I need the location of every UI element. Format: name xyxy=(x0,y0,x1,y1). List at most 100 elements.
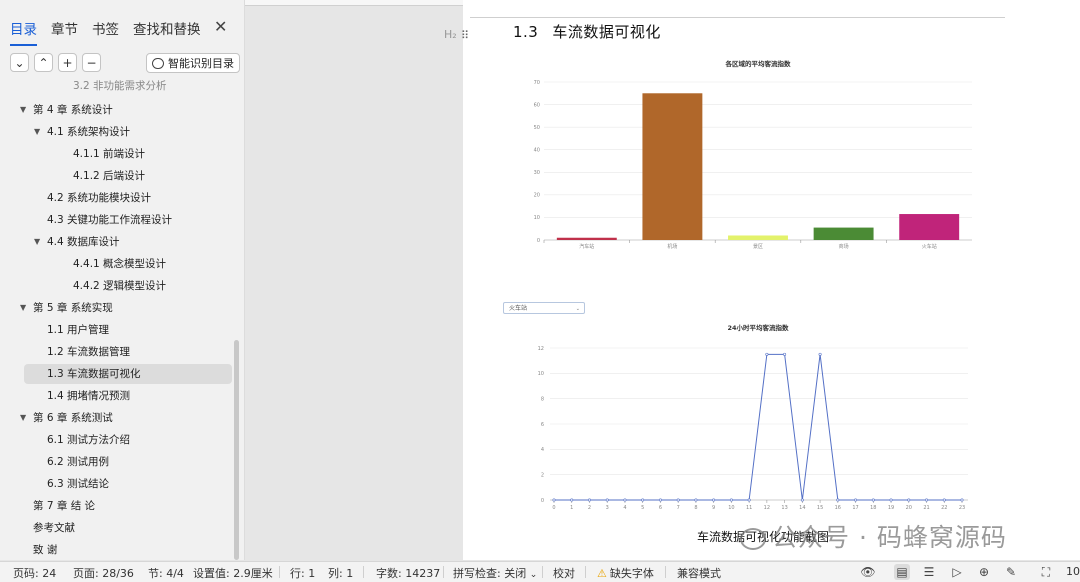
toc-item[interactable]: 4.3 关键功能工作流程设计 xyxy=(34,210,172,230)
y-tick-label: 70 xyxy=(534,80,540,86)
x-tick-label: 13 xyxy=(781,505,787,511)
remove-icon[interactable]: − xyxy=(82,53,101,72)
x-tick-label: 20 xyxy=(906,505,912,511)
toc-item[interactable]: ▼ 第 5 章 系统实现 xyxy=(20,298,113,318)
spell-check-label: 拼写检查: 关闭 xyxy=(453,567,527,580)
toc-scrollbar[interactable] xyxy=(234,340,239,560)
toc-item-label: 6.3 测试结论 xyxy=(47,478,110,490)
outline-view-icon[interactable]: ☰ xyxy=(921,564,937,580)
status-row[interactable]: 行: 1 xyxy=(290,565,315,581)
x-tick-label: 14 xyxy=(799,505,805,511)
y-tick-label: 20 xyxy=(534,193,540,199)
status-proofread[interactable]: 校对 xyxy=(553,565,575,581)
y-tick-label: 60 xyxy=(534,102,540,108)
toc-item-label: 4.3 关键功能工作流程设计 xyxy=(47,214,173,226)
toc-item[interactable]: 6.3 测试结论 xyxy=(34,474,109,494)
toc-item[interactable]: 参考文献 xyxy=(20,518,75,538)
x-tick-label: 7 xyxy=(677,505,680,511)
eye-icon[interactable]: 👁 xyxy=(860,564,876,580)
status-page-code[interactable]: 页码: 24 xyxy=(13,565,56,581)
caret-down-icon[interactable]: ▼ xyxy=(20,298,29,318)
y-tick-label: 30 xyxy=(534,170,540,176)
toc-item-label: 1.2 车流数据管理 xyxy=(47,346,131,358)
status-setting[interactable]: 设置值: 2.9厘米 xyxy=(193,565,273,581)
drag-handle-icon[interactable]: ⠿ xyxy=(461,29,469,42)
toc-item-label: 1.1 用户管理 xyxy=(47,324,110,336)
data-point xyxy=(960,498,964,502)
toc-item[interactable]: 4.4.2 逻辑模型设计 xyxy=(60,276,166,296)
warning-icon: ⚠ xyxy=(597,567,607,580)
status-compat-mode[interactable]: 兼容模式 xyxy=(677,565,721,581)
toc-item[interactable]: 4.4.1 概念模型设计 xyxy=(60,254,166,274)
watermark-text: 公众号 · 码蜂窝源码 xyxy=(772,523,1007,552)
status-section[interactable]: 节: 4/4 xyxy=(148,565,184,581)
data-point xyxy=(854,498,858,502)
station-select[interactable]: 火车站 ⌄ xyxy=(503,302,585,314)
collapse-icon[interactable]: ⌃ xyxy=(34,53,53,72)
caret-down-icon[interactable]: ▼ xyxy=(20,100,29,120)
x-tick-label: 11 xyxy=(746,505,752,511)
x-tick-label: 机场 xyxy=(667,243,677,250)
nav-tab-bar: 目录 章节 书签 查找和替换 xyxy=(10,18,201,46)
tab-toc[interactable]: 目录 xyxy=(10,18,37,46)
tab-find-replace[interactable]: 查找和替换 xyxy=(133,18,201,46)
data-point xyxy=(800,498,804,502)
zoom-level[interactable]: 10 xyxy=(1066,565,1080,578)
toc-item[interactable]: 6.2 测试用例 xyxy=(34,452,109,472)
toc-item-label: 第 4 章 系统设计 xyxy=(33,104,113,116)
bar xyxy=(813,227,874,240)
expand-icon[interactable]: ⌄ xyxy=(10,53,29,72)
toc-item[interactable]: 4.2 系统功能模块设计 xyxy=(34,188,151,208)
x-tick-label: 15 xyxy=(817,505,823,511)
caret-down-icon[interactable]: ▼ xyxy=(20,408,29,428)
toc-item-label: 第 7 章 结 论 xyxy=(33,500,96,512)
status-spell-check[interactable]: 拼写检查: 关闭 ⌄ xyxy=(453,565,537,581)
data-point xyxy=(783,352,787,356)
toc-item[interactable]: 1.2 车流数据管理 xyxy=(34,342,130,362)
data-point xyxy=(623,498,627,502)
toc-item[interactable]: 1.4 拥堵情况预测 xyxy=(34,386,130,406)
tab-chapters[interactable]: 章节 xyxy=(51,18,78,46)
page-top-border xyxy=(470,17,1005,18)
y-tick-label: 6 xyxy=(541,422,544,428)
toc-item[interactable]: 1.1 用户管理 xyxy=(34,320,109,340)
page-view-icon[interactable]: ▤ xyxy=(894,564,910,580)
caret-down-icon[interactable]: ▼ xyxy=(34,122,43,142)
status-divider xyxy=(665,566,666,578)
toc-item[interactable]: ▼ 第 4 章 系统设计 xyxy=(20,100,113,120)
status-col[interactable]: 列: 1 xyxy=(328,565,353,581)
toc-item[interactable]: 1.3 车流数据可视化 xyxy=(24,364,232,384)
data-point xyxy=(605,498,609,502)
toc-item[interactable]: ▼ 4.4 数据库设计 xyxy=(34,232,120,252)
toc-item[interactable]: ▼ 4.1 系统架构设计 xyxy=(34,122,130,142)
fit-page-icon[interactable]: ⛶ xyxy=(1038,564,1054,580)
status-missing-font[interactable]: ⚠ 缺失字体 xyxy=(597,565,654,581)
toc-list: 3.2 非功能需求分析 ▼ 第 4 章 系统设计 ▼ 4.1 系统架构设计 4.1.1 前… xyxy=(0,78,240,560)
bar xyxy=(556,237,617,240)
x-tick-label: 17 xyxy=(852,505,858,511)
chart-title: 24小时平均客流指数 xyxy=(727,323,789,332)
pen-icon[interactable]: ✎ xyxy=(1003,564,1019,580)
toc-item[interactable]: ▼ 第 6 章 系统测试 xyxy=(20,408,113,428)
toc-item[interactable]: 4.1.1 前端设计 xyxy=(60,144,145,164)
status-word-count[interactable]: 字数: 14237 xyxy=(376,565,440,581)
data-point xyxy=(925,498,929,502)
close-icon[interactable]: ✕ xyxy=(214,17,227,36)
toc-item[interactable]: 第 7 章 结 论 xyxy=(20,496,95,516)
x-tick-label: 6 xyxy=(659,505,662,511)
add-icon[interactable]: + xyxy=(58,53,77,72)
smart-toc-button[interactable]: 智能识别目录 xyxy=(146,53,240,73)
toc-item[interactable]: 4.1.2 后端设计 xyxy=(60,166,145,186)
toc-item[interactable]: 6.1 测试方法介绍 xyxy=(34,430,130,450)
toc-item[interactable]: 3.2 非功能需求分析 xyxy=(60,78,167,96)
toc-item-label: 4.1.2 后端设计 xyxy=(73,170,146,182)
play-icon[interactable]: ▷ xyxy=(949,564,965,580)
toc-item[interactable]: 致 谢 xyxy=(20,540,57,560)
tab-bookmarks[interactable]: 书签 xyxy=(92,18,119,46)
status-page[interactable]: 页面: 28/36 xyxy=(73,565,134,581)
caret-down-icon[interactable]: ▼ xyxy=(34,232,43,252)
x-tick-label: 汽车站 xyxy=(579,243,594,250)
data-point xyxy=(818,352,822,356)
web-view-icon[interactable]: ⊕ xyxy=(976,564,992,580)
data-point xyxy=(570,498,574,502)
